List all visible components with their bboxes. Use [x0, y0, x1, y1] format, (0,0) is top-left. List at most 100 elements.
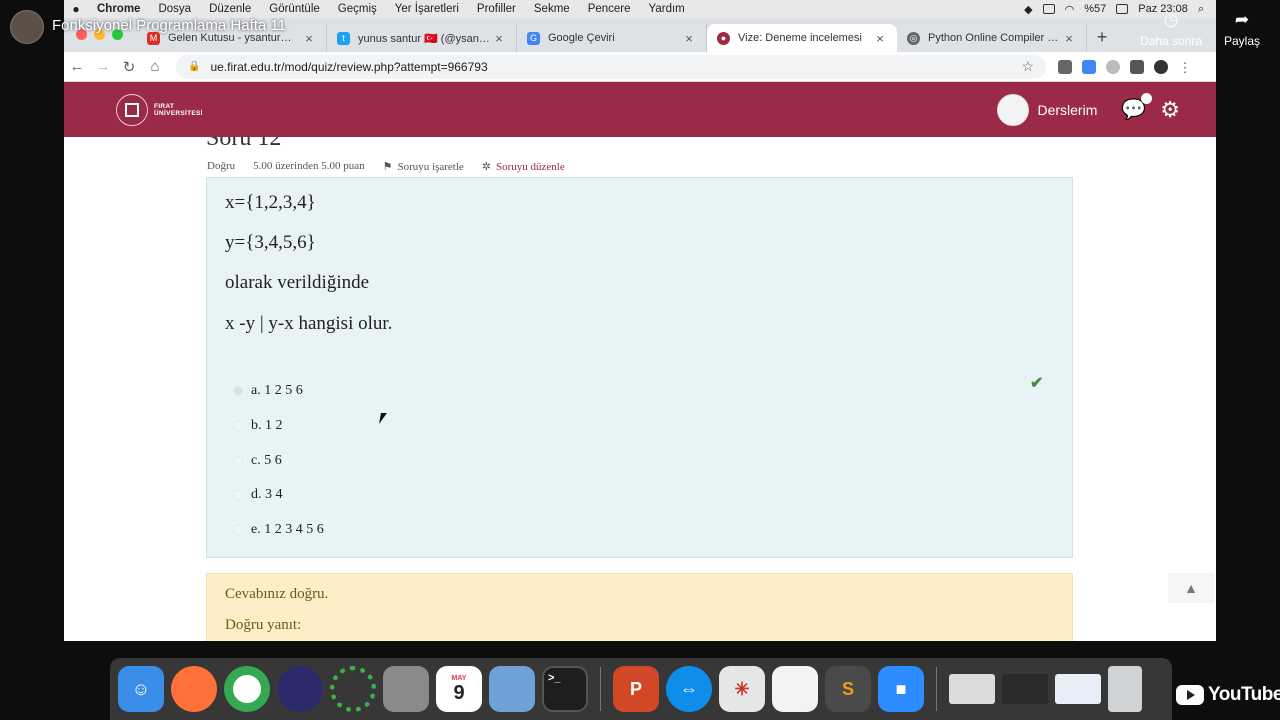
tab-twitter[interactable]: t yunus santur 🇹🇷 (@ysantur) / T ×	[327, 24, 517, 52]
browser-toolbar: ← → ↻ ⌂ 🔒 ue.firat.edu.tr/mod/quiz/revie…	[64, 52, 1216, 82]
tab-google-translate[interactable]: G Google Çeviri ×	[517, 24, 707, 52]
teamviewer-icon[interactable]: ⇔	[666, 666, 712, 712]
extension-icon[interactable]	[1106, 59, 1120, 74]
video-title[interactable]: Fonksiyonel Programlama Hafta 11	[52, 17, 286, 34]
twitter-icon: t	[337, 31, 350, 45]
cog-icon: ✲	[481, 161, 491, 173]
menu-bookmarks[interactable]: Yer İşaretleri	[386, 3, 468, 15]
radio-icon[interactable]	[233, 455, 243, 466]
site-header: FIRAT ÜNİVERSİTESİ Derslerim 💬 ⚙	[64, 82, 1216, 137]
clock-icon: ◷	[1163, 10, 1179, 29]
menu-edit[interactable]: Düzenle	[200, 3, 260, 15]
address-bar[interactable]: 🔒 ue.firat.edu.tr/mod/quiz/review.php?at…	[176, 54, 1046, 79]
tab-title: Python Online Compiler & Inter	[928, 32, 1062, 44]
question-grade: 5.00 üzerinden 5.00 puan	[253, 160, 365, 172]
share-label: Paylaş	[1223, 34, 1261, 48]
menu-profiles[interactable]: Profiller	[468, 3, 525, 15]
dropbox-icon[interactable]: ◆	[1024, 3, 1032, 16]
youtube-play-icon	[1176, 685, 1204, 705]
youtube-logo[interactable]: YouTube	[1176, 684, 1280, 706]
tab-python-compiler[interactable]: ◎ Python Online Compiler & Inter ×	[897, 24, 1087, 52]
edit-question-link[interactable]: ✲ Soruyu düzenle	[481, 160, 565, 174]
flag-question-link[interactable]: ⚑ Soruyu işaretle	[383, 160, 464, 174]
close-tab-icon[interactable]: ×	[492, 31, 506, 46]
battery-icon[interactable]	[1116, 4, 1129, 14]
menu-window[interactable]: Pencere	[579, 3, 640, 15]
header-user-area: Derslerim 💬 ⚙	[997, 93, 1180, 126]
share-button[interactable]: ➦ Paylaş	[1218, 10, 1266, 48]
close-tab-icon[interactable]: ×	[302, 31, 316, 46]
menu-tab[interactable]: Sekme	[525, 3, 579, 15]
display-icon[interactable]	[1042, 4, 1055, 14]
new-tab-icon[interactable]: +	[1087, 27, 1117, 52]
flag-label: Soruyu işaretle	[397, 160, 464, 173]
translate-extension-icon[interactable]	[1082, 59, 1096, 74]
wifi-icon[interactable]: ◠	[1065, 3, 1075, 16]
url-text: ue.firat.edu.tr/mod/quiz/review.php?atte…	[210, 59, 488, 74]
lock-icon[interactable]: 🔒	[188, 61, 200, 72]
terminal-icon[interactable]: >_	[542, 666, 588, 712]
screenshot-thumb-3-icon[interactable]	[1055, 674, 1101, 704]
tab-quiz-review[interactable]: ● Vize: Deneme incelemesi ×	[707, 24, 897, 52]
answer-option-d[interactable]: d. 3 4	[233, 478, 324, 513]
university-logo[interactable]: FIRAT ÜNİVERSİTESİ	[116, 93, 203, 126]
finder-icon[interactable]: ☺	[118, 666, 164, 712]
page-content: Soru 12 Doğru 5.00 üzerinden 5.00 puan ⚑…	[64, 137, 1216, 641]
answer-option-a[interactable]: a. 1 2 5 6	[233, 374, 324, 409]
channel-avatar[interactable]	[10, 10, 44, 44]
radio-icon[interactable]	[233, 421, 243, 432]
notification-dot	[1141, 93, 1153, 104]
correct-checkmark-icon: ✔	[1030, 375, 1044, 392]
spider-web-icon[interactable]: ✳	[719, 666, 765, 712]
bookmark-star-icon[interactable]: ☆	[1021, 58, 1034, 75]
gmail-extension-icon[interactable]	[1058, 59, 1072, 74]
user-avatar[interactable]	[997, 93, 1030, 126]
screenshot-thumb-2-icon[interactable]	[1002, 674, 1048, 704]
remote-desktop-icon[interactable]	[383, 666, 429, 712]
radio-icon[interactable]	[233, 490, 243, 501]
chrome-icon[interactable]	[224, 666, 270, 712]
firefox-icon[interactable]	[171, 666, 217, 712]
menu-file[interactable]: Dosya	[149, 3, 200, 15]
correct-answer-label: Doğru yanıt:	[225, 617, 302, 633]
kebab-menu-icon[interactable]: ⋮	[1178, 60, 1192, 75]
sublime-text-icon[interactable]: S	[825, 666, 871, 712]
forward-icon[interactable]: →	[90, 58, 116, 75]
menu-help[interactable]: Yardım	[640, 3, 694, 15]
messages-icon[interactable]: 💬	[1121, 93, 1153, 122]
answer-option-c[interactable]: c. 5 6	[233, 443, 324, 478]
radio-icon[interactable]	[233, 525, 243, 536]
calendar-day: 9	[453, 682, 465, 704]
translate-icon: G	[527, 31, 540, 45]
menu-view[interactable]: Görüntüle	[260, 3, 329, 15]
gear-icon[interactable]: ⚙	[1160, 97, 1180, 123]
reload-icon[interactable]: ↻	[116, 58, 142, 76]
profile-avatar-icon[interactable]	[1154, 59, 1168, 74]
zoom-icon[interactable]: ■	[878, 666, 924, 712]
preview-icon[interactable]	[489, 666, 535, 712]
menu-history[interactable]: Geçmiş	[329, 3, 386, 15]
puzzle-extensions-icon[interactable]	[1130, 59, 1144, 74]
macos-dock: ☺ MAY 9 >_ P ⇔ ✳ S ■	[110, 658, 1172, 720]
home-icon[interactable]: ⌂	[142, 58, 168, 75]
trash-icon[interactable]	[1108, 666, 1142, 712]
courses-link[interactable]: Derslerim	[1037, 102, 1097, 118]
close-tab-icon[interactable]: ×	[682, 31, 696, 46]
question-line: x={1,2,3,4}	[225, 192, 316, 213]
screenshot-thumb-1-icon[interactable]	[949, 674, 995, 704]
watch-later-button[interactable]: ◷ Daha sonra	[1136, 10, 1206, 48]
textedit-icon[interactable]	[772, 666, 818, 712]
close-tab-icon[interactable]: ×	[873, 31, 887, 46]
back-to-top-icon[interactable]: ▲	[1168, 573, 1214, 603]
menu-chrome[interactable]: Chrome	[88, 3, 149, 15]
back-icon[interactable]: ←	[64, 58, 90, 75]
powerpoint-icon[interactable]: P	[613, 666, 659, 712]
answer-option-b[interactable]: b. 1 2	[233, 409, 324, 444]
radio-selected-icon[interactable]	[233, 386, 243, 397]
apple-menu-icon[interactable]: ●	[64, 2, 88, 16]
activity-ring-icon[interactable]	[330, 666, 376, 712]
close-tab-icon[interactable]: ×	[1062, 31, 1076, 46]
siri-icon[interactable]	[277, 666, 323, 712]
calendar-icon[interactable]: MAY 9	[436, 666, 482, 712]
answer-option-e[interactable]: e. 1 2 3 4 5 6	[233, 513, 324, 548]
